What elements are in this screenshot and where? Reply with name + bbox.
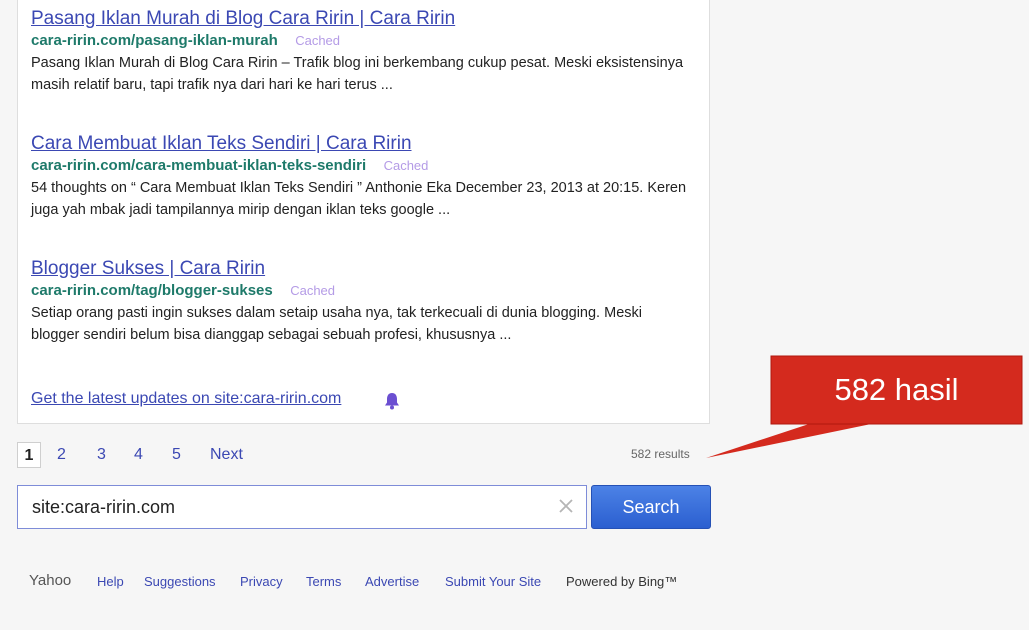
- footer-link-terms[interactable]: Terms: [306, 574, 341, 589]
- search-result: Pasang Iklan Murah di Blog Cara Ririn | …: [31, 8, 691, 96]
- footer-link-submit-site[interactable]: Submit Your Site: [445, 574, 541, 589]
- cached-link[interactable]: Cached: [295, 33, 340, 48]
- cached-link[interactable]: Cached: [384, 158, 429, 173]
- page-5-link[interactable]: 5: [172, 442, 181, 468]
- result-snippet: Pasang Iklan Murah di Blog Cara Ririn – …: [31, 55, 684, 93]
- clear-icon[interactable]: [556, 496, 576, 516]
- next-page-link[interactable]: Next: [210, 442, 243, 468]
- callout-pointer: [706, 423, 876, 458]
- result-count: 582 results: [631, 447, 690, 461]
- bell-icon[interactable]: [382, 391, 402, 411]
- search-result: Blogger Sukses | Cara Ririn cara-ririn.c…: [31, 258, 691, 346]
- result-title-link[interactable]: Blogger Sukses | Cara Ririn: [31, 258, 265, 280]
- result-snippet: 54 thoughts on “ Cara Membuat Iklan Teks…: [31, 180, 687, 218]
- footer-link-advertise[interactable]: Advertise: [365, 574, 419, 589]
- footer-link-help[interactable]: Help: [97, 574, 124, 589]
- result-url-line: cara-ririn.com/pasang-iklan-murah Cached: [31, 32, 691, 50]
- footer-link-privacy[interactable]: Privacy: [240, 574, 283, 589]
- page-3-link[interactable]: 3: [97, 442, 106, 468]
- result-url: cara-ririn.com/tag/blogger-sukses: [31, 282, 273, 299]
- results-panel: Pasang Iklan Murah di Blog Cara Ririn | …: [17, 0, 710, 424]
- result-url: cara-ririn.com/pasang-iklan-murah: [31, 32, 278, 49]
- callout-text: 582 hasil: [834, 372, 959, 407]
- page-4-link[interactable]: 4: [134, 442, 143, 468]
- search-button[interactable]: Search: [591, 485, 711, 529]
- cached-link[interactable]: Cached: [290, 283, 335, 298]
- search-result: Cara Membuat Iklan Teks Sendiri | Cara R…: [31, 133, 691, 221]
- result-url-line: cara-ririn.com/cara-membuat-iklan-teks-s…: [31, 157, 691, 175]
- page-1-current: 1: [17, 442, 41, 468]
- result-url: cara-ririn.com/cara-membuat-iklan-teks-s…: [31, 157, 367, 174]
- powered-by-bing: Powered by Bing™: [566, 574, 678, 589]
- search-input[interactable]: [17, 485, 587, 529]
- footer-link-suggestions[interactable]: Suggestions: [144, 574, 216, 589]
- result-url-line: cara-ririn.com/tag/blogger-sukses Cached: [31, 282, 691, 300]
- page-2-link[interactable]: 2: [57, 442, 66, 468]
- result-snippet: Setiap orang pasti ingin sukses dalam se…: [31, 305, 642, 343]
- result-title-link[interactable]: Pasang Iklan Murah di Blog Cara Ririn | …: [31, 8, 455, 30]
- footer-brand: Yahoo: [29, 572, 72, 589]
- latest-updates-link[interactable]: Get the latest updates on site:cara-riri…: [31, 390, 341, 408]
- result-title-link[interactable]: Cara Membuat Iklan Teks Sendiri | Cara R…: [31, 133, 412, 155]
